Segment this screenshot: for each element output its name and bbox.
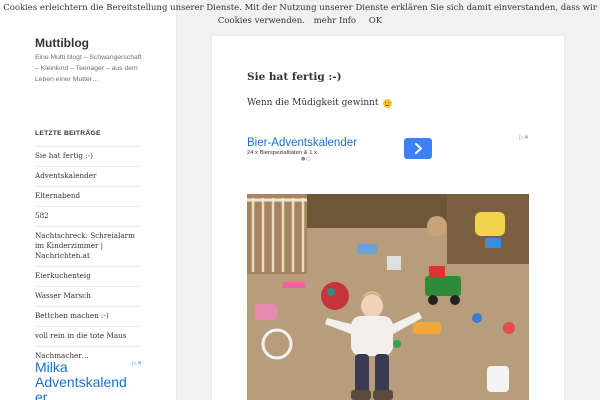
post-title[interactable]: Sie hat fertig :-) bbox=[247, 71, 342, 83]
more-info-link[interactable]: mehr Info bbox=[314, 16, 356, 26]
sidebar: Muttiblog Eine Mutti blogt – Schwangersc… bbox=[0, 0, 176, 400]
post-card: Sie hat fertig :-) Wenn die Müdigkeit ge… bbox=[212, 36, 564, 400]
content-ad[interactable]: Bier-Adventskalender 24 x Bierspezialitä… bbox=[247, 134, 529, 164]
recent-post-link[interactable]: Sie hat fertig :-) bbox=[35, 146, 141, 166]
recent-post-link[interactable]: 582 bbox=[35, 206, 141, 226]
smiley-icon bbox=[382, 98, 392, 108]
recent-post-link[interactable]: Adventskalender bbox=[35, 166, 141, 186]
recent-post-link[interactable]: Elternabend bbox=[35, 186, 141, 206]
cookie-ok-button[interactable]: OK bbox=[369, 16, 382, 26]
recent-posts-list: Sie hat fertig :-) Adventskalender Elter… bbox=[35, 146, 141, 366]
sidebar-ad-title[interactable]: Milka Adventskalend er bbox=[35, 360, 142, 400]
post-photo[interactable] bbox=[247, 194, 529, 400]
site-description: Eine Mutti blogt – Schwangerschaft – Kle… bbox=[35, 54, 142, 83]
chevron-right-icon bbox=[415, 143, 422, 154]
recent-post-link[interactable]: voll rein in die tote Maus bbox=[35, 326, 141, 346]
ad-next-button[interactable] bbox=[404, 138, 432, 159]
ad-choices-icon[interactable]: ▷✕ bbox=[132, 360, 142, 367]
post-content: Wenn die Müdigkeit gewinnt bbox=[247, 98, 392, 108]
sidebar-ad[interactable]: Milka Adventskalend er ▷✕ bbox=[35, 360, 142, 400]
ad-pagination-dots: ●○ bbox=[301, 156, 312, 162]
child-on-floor-image bbox=[247, 194, 529, 400]
ad-choices-icon[interactable]: ▷✕ bbox=[519, 134, 529, 141]
recent-post-link[interactable]: Eierkuchenteig bbox=[35, 266, 141, 286]
cookie-notice: Cookies erleichtern die Bereitstellung u… bbox=[0, 0, 600, 30]
recent-post-link[interactable]: Wasser Marsch bbox=[35, 286, 141, 306]
ad-headline[interactable]: Bier-Adventskalender bbox=[247, 137, 357, 149]
recent-post-link[interactable]: Bettchen machen :-) bbox=[35, 306, 141, 326]
site-title[interactable]: Muttiblog bbox=[35, 36, 89, 50]
recent-posts-heading: LETZTE BEITRÄGE bbox=[35, 130, 101, 137]
post-text: Wenn die Müdigkeit gewinnt bbox=[247, 98, 379, 108]
cookie-text: Cookies erleichtern die Bereitstellung u… bbox=[3, 3, 597, 26]
recent-post-link[interactable]: Nachtschreck: Schreialarm im Kinderzimme… bbox=[35, 226, 141, 266]
